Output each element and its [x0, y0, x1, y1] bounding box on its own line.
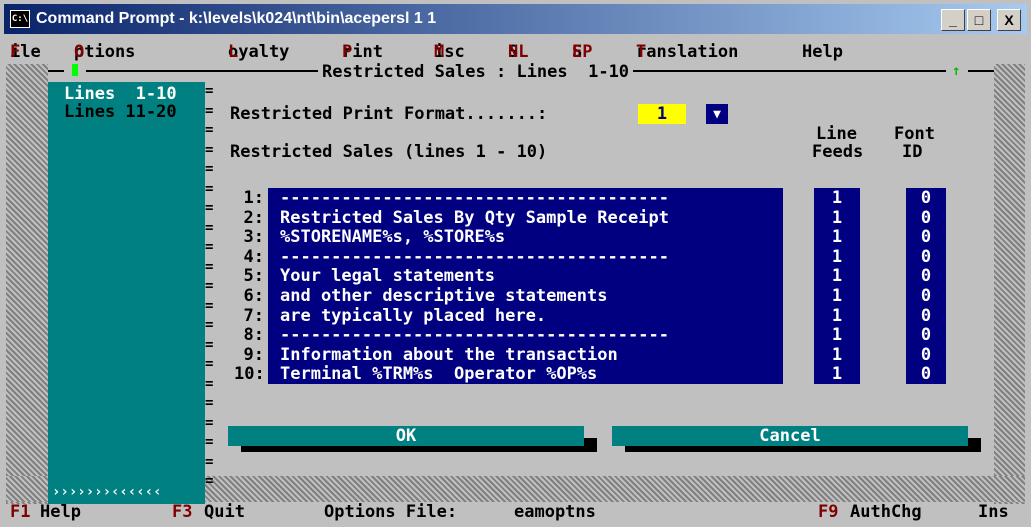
- font-id-field[interactable]: 0: [906, 364, 946, 384]
- font-id-field[interactable]: 0: [906, 247, 946, 267]
- status-bar: F1 Help F3 Quit Options File: eamoptns F…: [6, 502, 1025, 522]
- font-id-field[interactable]: 0: [906, 227, 946, 247]
- console-icon: C:\: [10, 10, 30, 28]
- line-feeds-field[interactable]: 1: [814, 247, 860, 267]
- menu-file[interactable]: File: [10, 42, 41, 62]
- menu-options[interactable]: Options: [74, 42, 135, 62]
- font-id-field[interactable]: 0: [906, 188, 946, 208]
- line-feeds-field[interactable]: 1: [814, 266, 860, 286]
- font-id-field[interactable]: 0: [906, 325, 946, 345]
- line-feeds-field[interactable]: 1: [814, 227, 860, 247]
- line-feeds-field[interactable]: 1: [814, 364, 860, 384]
- dialog-title: Restricted Sales : Lines 1-10: [318, 62, 634, 82]
- up-arrow-flag: ↑: [946, 63, 968, 79]
- f1-label: Help: [40, 502, 81, 522]
- line-number: 5:: [243, 266, 264, 287]
- line-text-field[interactable]: %STORENAME%s, %STORE%s: [280, 227, 505, 247]
- line-text-field[interactable]: --------------------------------------: [280, 188, 669, 208]
- line-feeds-header-1: Line: [816, 124, 857, 144]
- font-id-field[interactable]: 0: [906, 208, 946, 228]
- font-id-header-2: ID: [902, 142, 923, 162]
- title-bar[interactable]: C:\ Command Prompt - k:\levels\k024\nt\b…: [4, 4, 1027, 34]
- line-number: 1:: [243, 188, 264, 208]
- line-number: 4:: [243, 246, 264, 267]
- f3-key[interactable]: F3: [172, 502, 192, 522]
- console-area: File Options Loyalty Print Misc NL S EP S …: [6, 36, 1025, 523]
- menu-misc[interactable]: Misc: [434, 42, 465, 62]
- line-text-field[interactable]: Terminal %TRM%s Operator %OP%s: [280, 364, 597, 384]
- section-label: Restricted Sales (lines 1 - 10): [230, 142, 548, 162]
- line-number: 6:: [243, 286, 264, 306]
- ins-indicator: Ins: [978, 502, 1009, 522]
- line-feeds-field[interactable]: 1: [814, 188, 860, 208]
- menu-print[interactable]: Print: [342, 42, 383, 62]
- cancel-button[interactable]: Cancel: [612, 426, 968, 446]
- maximize-button[interactable]: □: [967, 9, 991, 31]
- window-title: Command Prompt - k:\levels\k024\nt\bin\a…: [36, 10, 437, 27]
- right-hatch-border: [994, 64, 1025, 504]
- ok-button[interactable]: OK: [228, 426, 584, 446]
- f1-key[interactable]: F1: [10, 502, 30, 522]
- line-feeds-field[interactable]: 1: [814, 306, 860, 326]
- line-text-field[interactable]: --------------------------------------: [280, 247, 669, 267]
- line-number: 9:: [243, 344, 264, 365]
- format-value-field[interactable]: 1: [638, 104, 686, 124]
- line-text-field[interactable]: Restricted Sales By Qty Sample Receipt: [280, 208, 669, 228]
- line-number: 3:: [243, 227, 264, 248]
- font-id-field[interactable]: 0: [906, 306, 946, 326]
- line-number: 10:: [234, 364, 265, 385]
- menu-eps[interactable]: EP S: [572, 42, 592, 62]
- font-id-field[interactable]: 0: [906, 266, 946, 286]
- command-prompt-window: C:\ Command Prompt - k:\levels\k024\nt\b…: [0, 0, 1031, 527]
- font-id-header-1: Font: [894, 124, 935, 144]
- line-number: 2:: [243, 207, 264, 228]
- menu-nls[interactable]: NL S: [508, 42, 528, 62]
- f9-label: AuthChg: [850, 502, 922, 522]
- minimize-button[interactable]: _: [941, 9, 965, 31]
- menu-bar: File Options Loyalty Print Misc NL S EP S …: [10, 42, 843, 62]
- menu-translation[interactable]: Translation: [636, 42, 738, 62]
- line-text-field[interactable]: --------------------------------------: [280, 325, 669, 345]
- line-text-field[interactable]: Your legal statements: [280, 266, 495, 286]
- font-id-field[interactable]: 0: [906, 286, 946, 306]
- line-feeds-field[interactable]: 1: [814, 325, 860, 345]
- options-file-value: eamoptns: [514, 502, 596, 522]
- left-hatch-border: [6, 64, 48, 504]
- line-feeds-field[interactable]: 1: [814, 345, 860, 365]
- menu-loyalty[interactable]: Loyalty: [228, 42, 289, 62]
- font-id-field[interactable]: 0: [906, 345, 946, 365]
- sidebar-item-lines-11-20[interactable]: Lines 11-20: [64, 102, 177, 122]
- line-feeds-header-2: Feeds: [812, 142, 864, 162]
- line-feeds-field[interactable]: 1: [814, 208, 860, 228]
- options-file-label: Options File:: [324, 502, 458, 522]
- format-label: Restricted Print Format.......:: [230, 104, 548, 124]
- format-dropdown-icon[interactable]: ▼: [706, 104, 728, 124]
- lines-sidebar: Lines 1-10 Lines 11-20 ›››››››‹‹‹‹‹‹: [48, 82, 205, 504]
- sidebar-scroll-marker: ›››››››‹‹‹‹‹‹: [52, 484, 162, 500]
- line-number: 8:: [243, 325, 264, 346]
- sidebar-separator: = = = = = = = = = = = = = = = = = = = = =: [205, 83, 214, 489]
- line-text-field[interactable]: Information about the transaction: [280, 345, 618, 365]
- f3-label: Quit: [204, 502, 245, 522]
- line-feeds-field[interactable]: 1: [814, 286, 860, 306]
- sidebar-item-lines-1-10[interactable]: Lines 1-10: [64, 84, 177, 104]
- line-text-field[interactable]: and other descriptive statements: [280, 286, 608, 306]
- line-number: 7:: [243, 305, 264, 326]
- line-text-field[interactable]: are typically placed here.: [280, 306, 546, 326]
- left-flag: [64, 63, 86, 77]
- f9-key[interactable]: F9: [818, 502, 838, 522]
- close-button[interactable]: X: [997, 9, 1021, 31]
